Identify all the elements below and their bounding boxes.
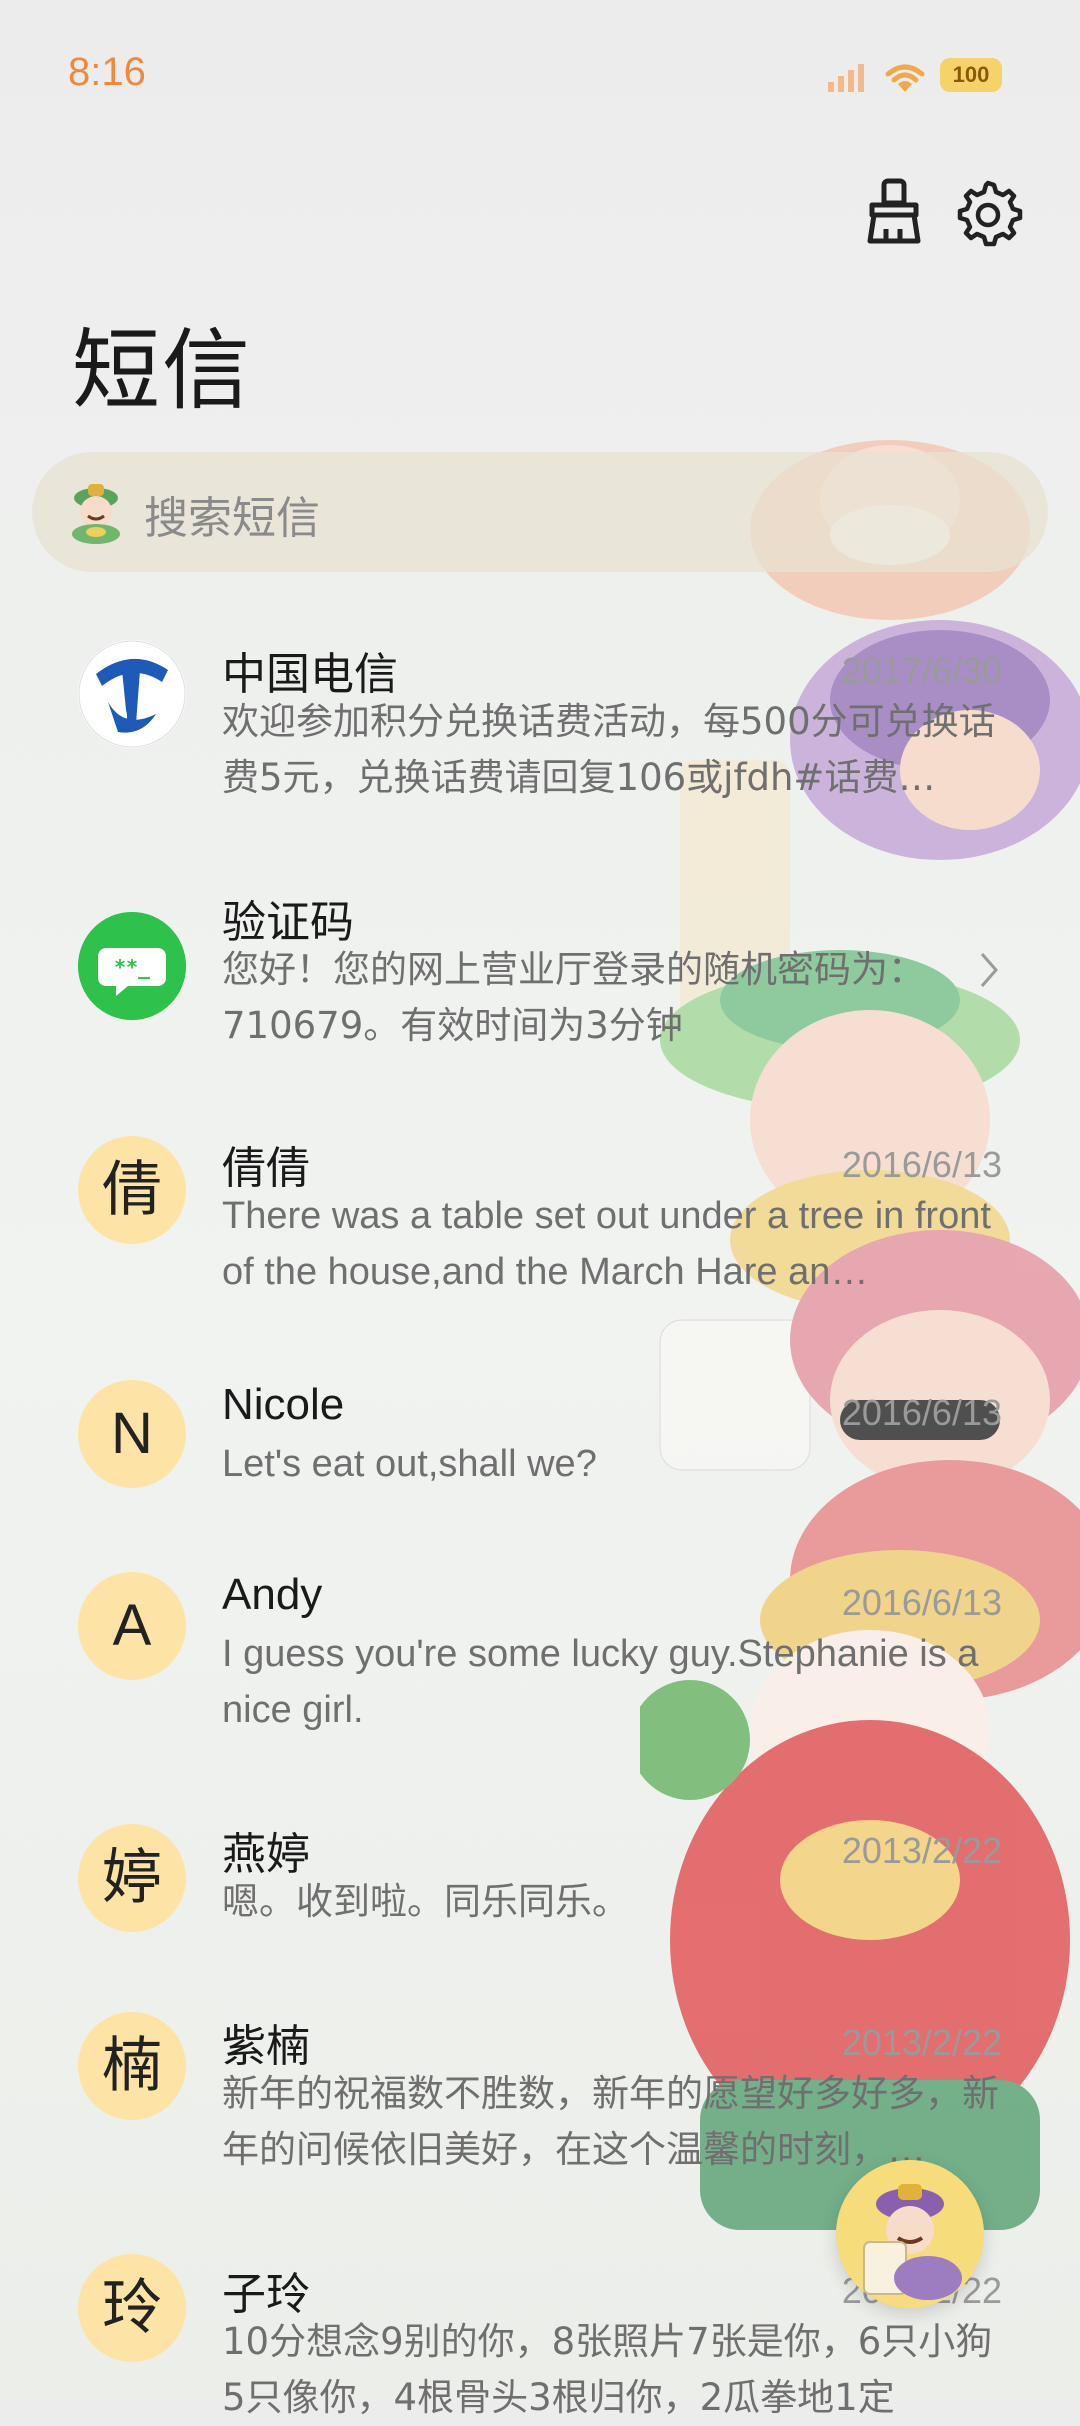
battery-indicator: 100 bbox=[940, 58, 1002, 92]
mascot-search-icon bbox=[72, 484, 120, 544]
chat-bubble-icon: **_ bbox=[78, 912, 186, 1020]
conversation-preview: 10分想念9别的你，8张照片7张是你，6只小狗5只像你，4根骨头3根归你，2瓜拳… bbox=[222, 2320, 993, 2419]
chevron-right-icon bbox=[980, 953, 998, 987]
conversation-item[interactable]: 婷 燕婷 2013/2/22 嗯。收到啦。同乐同乐。 bbox=[0, 1812, 1080, 1942]
conversation-name: 子玲 bbox=[222, 2269, 310, 2320]
conversation-name: 验证码 bbox=[222, 897, 354, 948]
conversation-date: 2016/6/13 bbox=[841, 1144, 1002, 1185]
conversation-preview: 欢迎参加积分兑换话费活动，每500分可兑换话费5元，兑换话费请回复106或jfd… bbox=[222, 700, 996, 799]
telecom-logo bbox=[78, 640, 186, 748]
conversation-date: 2017/6/30 bbox=[841, 650, 1002, 691]
conversation-item[interactable]: **_ 验证码 您好！您的网上营业厅登录的随机密码为：710679。有效时间为3… bbox=[0, 876, 1080, 1066]
conversation-preview: Let's eat out,shall we? bbox=[222, 1443, 597, 1485]
conversation-item[interactable]: 楠 紫楠 2013/2/22 新年的祝福数不胜数，新年的愿望好多好多，新年的问候… bbox=[0, 2006, 1080, 2186]
avatar: 玲 bbox=[78, 2254, 186, 2362]
conversation-date: 2016/6/13 bbox=[841, 1392, 1002, 1433]
page-title: 短信 bbox=[72, 319, 253, 422]
compose-button[interactable] bbox=[836, 2160, 984, 2308]
svg-text:**_: **_ bbox=[114, 955, 151, 979]
conversation-item[interactable]: N Nicole 2016/6/13 Let's eat out,shall w… bbox=[0, 1374, 1080, 1504]
status-time: 8:16 bbox=[68, 50, 146, 94]
conversation-name: 中国电信 bbox=[222, 649, 398, 700]
status-bar: 8:16 100 bbox=[0, 0, 1080, 150]
conversation-preview: 新年的祝福数不胜数，新年的愿望好多好多，新年的问候依旧美好，在这个温馨的时刻，… bbox=[222, 2072, 999, 2171]
conversation-name: Andy bbox=[222, 1570, 323, 1619]
conversation-name: Nicole bbox=[222, 1380, 345, 1429]
avatar: 倩 bbox=[78, 1136, 186, 1244]
avatar: A bbox=[78, 1572, 186, 1680]
gear-icon[interactable] bbox=[952, 175, 1024, 247]
conversation-preview: I guess you're some lucky guy.Stephanie … bbox=[222, 1633, 979, 1731]
avatar: 楠 bbox=[78, 2012, 186, 2120]
conversation-date: 2013/2/22 bbox=[841, 1830, 1002, 1871]
conversation-item[interactable]: A Andy 2016/6/13 I guess you're some luc… bbox=[0, 1566, 1080, 1746]
conversation-date: 2013/2/22 bbox=[841, 2022, 1002, 2063]
search-input[interactable]: 搜索短信 bbox=[144, 482, 320, 546]
conversation-item[interactable]: 倩 倩倩 2016/6/13 There was a table set out… bbox=[0, 1124, 1080, 1304]
conversation-name: 紫楠 bbox=[222, 2021, 310, 2072]
conversation-preview: 嗯。收到啦。同乐同乐。 bbox=[222, 1880, 629, 1923]
conversation-name: 倩倩 bbox=[222, 1143, 310, 1194]
broom-icon[interactable] bbox=[858, 175, 930, 247]
conversation-name: 燕婷 bbox=[222, 1829, 310, 1880]
conversation-preview: 您好！您的网上营业厅登录的随机密码为：710679。有效时间为3分钟 bbox=[222, 948, 925, 1047]
conversation-item[interactable]: 中国电信 2017/6/30 欢迎参加积分兑换话费活动，每500分可兑换话费5元… bbox=[0, 628, 1080, 808]
conversation-date: 2016/6/13 bbox=[841, 1582, 1002, 1623]
conversation-preview: There was a table set out under a tree i… bbox=[222, 1195, 991, 1293]
wifi-icon bbox=[885, 64, 925, 92]
avatar: 婷 bbox=[78, 1824, 186, 1932]
search-bar[interactable]: 搜索短信 bbox=[32, 452, 1048, 572]
signal-icon bbox=[828, 64, 864, 92]
avatar: N bbox=[78, 1380, 186, 1488]
